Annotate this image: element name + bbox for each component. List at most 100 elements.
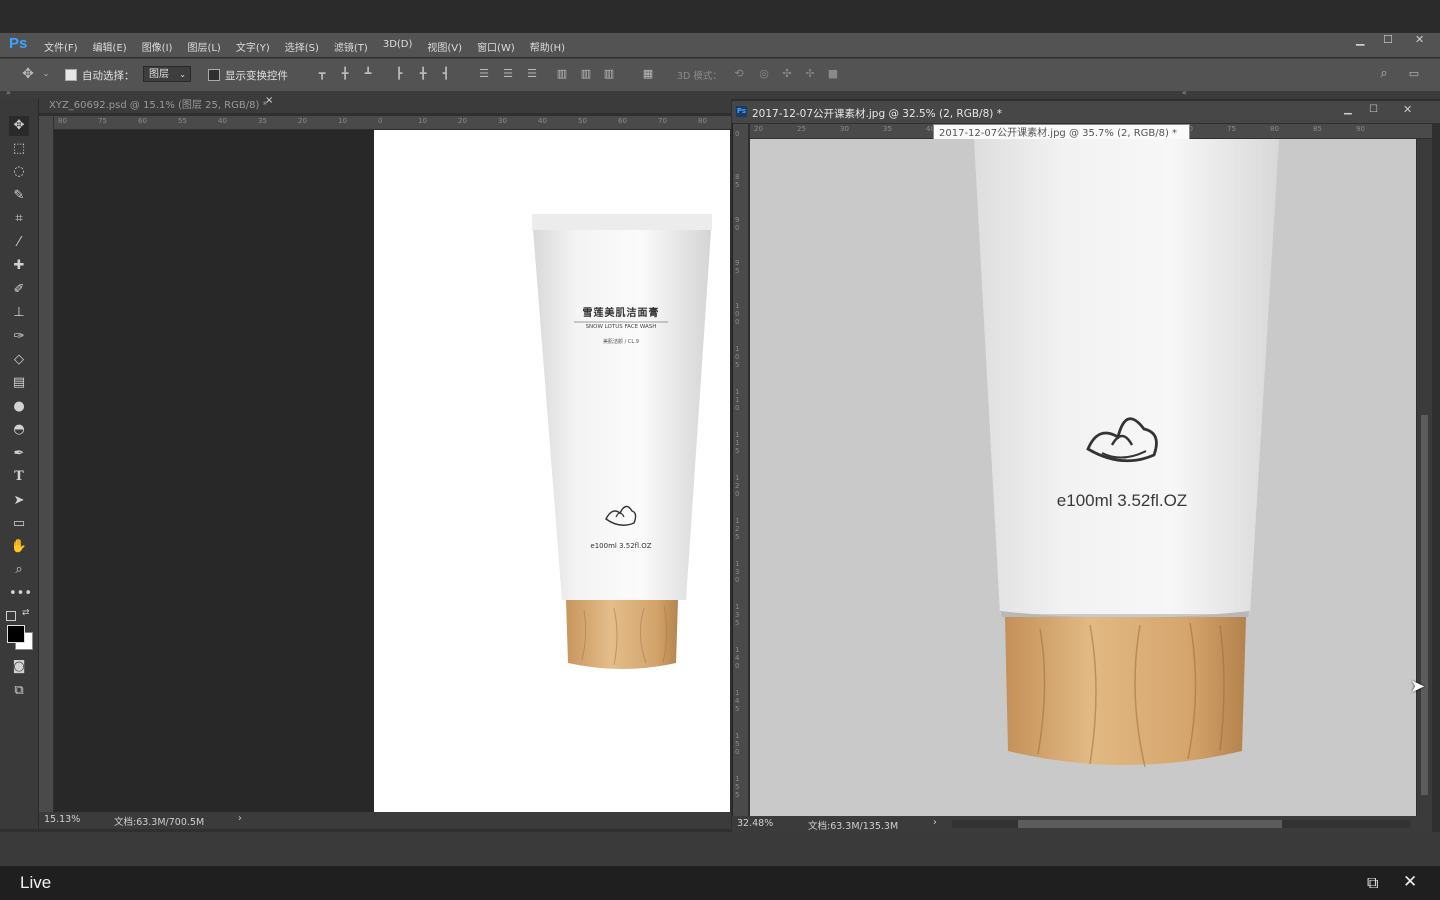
auto-select-dropdown[interactable]: 图层 ⌄ — [143, 66, 191, 82]
history-brush-icon[interactable]: ✑ — [9, 327, 29, 347]
search-icon[interactable]: ⌕ — [1378, 67, 1390, 80]
path-select-icon[interactable]: ➤ — [9, 491, 29, 511]
doc2-zoom-level[interactable]: 32.48% — [737, 818, 773, 829]
zoom-tool-icon[interactable]: ⌕ — [9, 560, 29, 580]
menu-item[interactable]: 帮助(H) — [530, 39, 565, 54]
collapse-right-icon[interactable]: « — [1182, 88, 1187, 97]
menu-item[interactable]: 编辑(E) — [93, 39, 127, 54]
menu-item[interactable]: 3D(D) — [383, 39, 413, 54]
ruler-tick-label: 75 — [98, 117, 107, 125]
crop-tool-icon[interactable]: ⌗ — [9, 209, 29, 229]
doc2-maximize-icon[interactable]: ☐ — [1369, 104, 1378, 115]
menu-item[interactable]: 滤镜(T) — [334, 39, 368, 54]
menu-item[interactable]: 窗口(W) — [477, 39, 515, 54]
foreground-color-swatch[interactable] — [7, 625, 25, 643]
ruler-tick-label: 40 — [538, 117, 547, 125]
doc2-ruler-vertical: 0 85 90 95 100 105 110 115 120 125 130 135 140 145 150… — [733, 124, 748, 816]
hand-tool-icon[interactable]: ✋ — [9, 537, 29, 557]
quick-mask-icon[interactable]: ◙ — [9, 657, 29, 677]
popout-icon[interactable]: ⧉ — [1367, 873, 1378, 893]
move-tool-icon[interactable]: ✥ — [9, 116, 29, 136]
ruler-tick-label: 105 — [735, 345, 740, 369]
3d-scale-icon[interactable]: ■ — [827, 68, 839, 80]
stamp-tool-icon[interactable]: ⊥ — [9, 303, 29, 323]
menu-item[interactable]: 视图(V) — [427, 39, 462, 54]
product-closeup-image — [974, 139, 1279, 768]
doc2-title-bar[interactable]: Ps 2017-12-07公开课素材.jpg @ 32.5% (2, RGB/8… — [732, 101, 1440, 123]
product-volume-large: e100ml 3.52fl.OZ — [1056, 491, 1188, 510]
align-left-icon[interactable]: ┣ — [393, 68, 405, 80]
distribute-vcenter-icon[interactable]: ☰ — [502, 68, 514, 80]
doc1-close-icon[interactable]: × — [265, 95, 273, 106]
eraser-tool-icon[interactable]: ◇ — [9, 350, 29, 370]
dodge-tool-icon[interactable]: ◓ — [9, 420, 29, 440]
distribute-top-icon[interactable]: ☰ — [478, 68, 490, 80]
default-colors-icon[interactable] — [6, 611, 16, 621]
lasso-tool-icon[interactable]: ◌ — [9, 162, 29, 182]
maximize-icon[interactable]: ☐ — [1383, 33, 1393, 46]
distribute-right-icon[interactable]: ▥ — [603, 68, 615, 80]
doc2-close-icon[interactable]: ✕ — [1403, 103, 1412, 116]
3d-mode-label: 3D 模式： — [677, 71, 722, 82]
align-vcenter-icon[interactable]: ╋ — [339, 68, 351, 80]
eyedropper-tool-icon[interactable]: ⁄ — [9, 233, 29, 253]
menu-item[interactable]: 文字(Y) — [236, 39, 270, 54]
doc1-tab[interactable]: XYZ_60692.psd @ 15.1% (图层 25, RGB/8) * × — [39, 93, 731, 113]
doc2-vertical-scrollbar[interactable] — [1417, 139, 1432, 816]
auto-select-checkbox[interactable] — [65, 69, 77, 81]
more-tools-icon[interactable]: ••• — [9, 584, 32, 604]
ruler-tick-label: 80 — [58, 117, 67, 125]
show-transform-label: 显示变换控件 — [225, 70, 288, 82]
gradient-tool-icon[interactable]: ▤ — [9, 373, 29, 393]
move-tool-icon[interactable]: ✥ — [22, 67, 34, 81]
quick-select-tool-icon[interactable]: ✎ — [9, 186, 29, 206]
chevron-down-icon[interactable]: ⌄ — [40, 68, 52, 80]
distribute-bottom-icon[interactable]: ☰ — [526, 68, 538, 80]
3d-rotate-icon[interactable]: ⟲ — [733, 68, 745, 80]
pen-tool-icon[interactable]: ✒ — [9, 444, 29, 464]
align-bottom-icon[interactable]: ┻ — [362, 68, 374, 80]
doc2-hscroll-thumb[interactable] — [1018, 820, 1282, 828]
healing-tool-icon[interactable]: ✚ — [9, 256, 29, 276]
shape-tool-icon[interactable]: ▭ — [9, 514, 29, 534]
align-top-icon[interactable]: ┳ — [316, 68, 328, 80]
menu-item[interactable]: 图层(L) — [187, 39, 220, 54]
align-right-icon[interactable]: ┫ — [440, 68, 452, 80]
distribute-left-icon[interactable]: ▥ — [556, 68, 568, 80]
type-tool-icon[interactable]: T — [9, 467, 29, 487]
auto-align-icon[interactable]: ▦ — [642, 68, 654, 80]
ruler-tick-label: 40 — [218, 117, 227, 125]
menu-item[interactable]: 文件(F) — [44, 39, 78, 54]
3d-roll-icon[interactable]: ◎ — [758, 68, 770, 80]
swap-colors-icon[interactable]: ⇄ — [22, 608, 30, 618]
doc2-status-bar: 32.48% 文档:63.3M/135.3M › — [732, 816, 1432, 832]
doc1-canvas[interactable]: 雪莲美肌洁面膏 SNOW LOTUS FACE WASH 美肌洁颜 / CL.9… — [374, 130, 730, 812]
brush-tool-icon[interactable]: ✐ — [9, 280, 29, 300]
exit-fullscreen-icon[interactable]: ✕ — [1403, 872, 1417, 892]
doc2-canvas[interactable]: e100ml 3.52fl.OZ — [750, 139, 1416, 816]
marquee-tool-icon[interactable]: ⬚ — [9, 139, 29, 159]
doc2-horizontal-scrollbar[interactable] — [952, 820, 1410, 828]
doc1-pasteboard[interactable] — [54, 130, 374, 812]
align-hcenter-icon[interactable]: ╋ — [417, 68, 429, 80]
menu-item[interactable]: 选择(S) — [285, 39, 319, 54]
screen-mode-icon[interactable]: ⧉ — [9, 681, 29, 701]
collapse-left-icon[interactable]: » — [6, 88, 11, 97]
minimize-icon[interactable]: ▁ — [1356, 33, 1364, 46]
doc2-vscroll-thumb[interactable] — [1421, 415, 1428, 795]
ruler-tick-label: 20 — [754, 125, 763, 133]
doc2-status-arrow[interactable]: › — [933, 817, 937, 828]
doc1-status-arrow[interactable]: › — [238, 813, 242, 824]
workspace-icon[interactable]: ▭ — [1408, 68, 1420, 80]
show-transform-checkbox[interactable] — [208, 69, 220, 81]
blur-tool-icon[interactable]: ● — [9, 397, 29, 417]
distribute-hcenter-icon[interactable]: ▥ — [580, 68, 592, 80]
doc2-minimize-icon[interactable]: ▁ — [1344, 104, 1352, 115]
3d-pan-icon[interactable]: ✣ — [781, 68, 793, 80]
top-strip — [0, 0, 1440, 33]
menu-item[interactable]: 图像(I) — [142, 39, 173, 54]
close-icon[interactable]: ✕ — [1415, 33, 1424, 46]
doc1-zoom-level[interactable]: 15.13% — [44, 814, 80, 825]
3d-slide-icon[interactable]: ✢ — [804, 68, 816, 80]
ruler-tick-label: 0 — [735, 130, 740, 138]
